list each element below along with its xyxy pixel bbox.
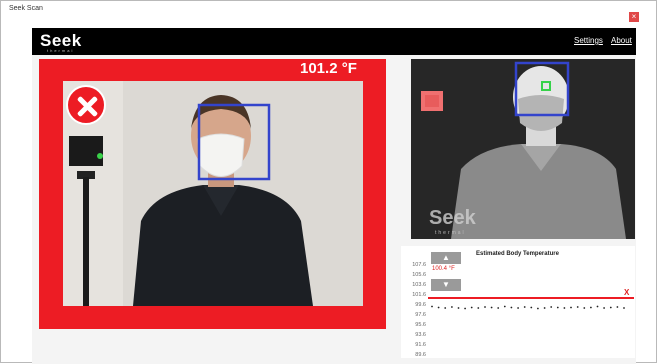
- about-link[interactable]: About: [611, 36, 632, 45]
- y-tick-label: 89.6: [415, 352, 426, 358]
- y-tick-label: 101.6: [412, 292, 426, 298]
- thermal-watermark-sub: thermal: [435, 230, 466, 236]
- threshold-value: 100.4 °F: [432, 266, 455, 272]
- y-tick-label: 105.6: [412, 272, 426, 278]
- y-tick-label: 97.6: [415, 312, 426, 318]
- thermal-watermark: Seek: [429, 207, 477, 229]
- y-tick-label: 95.6: [415, 322, 426, 328]
- chevron-up-icon[interactable]: ▲: [431, 252, 461, 264]
- window-title: Seek Scan: [9, 5, 43, 12]
- fail-x-icon: [66, 85, 106, 125]
- threshold-line: [428, 297, 634, 299]
- y-tick-label: 103.6: [412, 282, 426, 288]
- seek-logo-sub: thermal: [47, 48, 75, 53]
- app-header: Seek thermal Settings About: [32, 28, 636, 55]
- graph-title: Estimated Body Temperature: [476, 251, 559, 257]
- y-tick-label: 93.6: [415, 332, 426, 338]
- y-tick-label: 99.6: [415, 302, 426, 308]
- settings-link[interactable]: Settings: [574, 36, 603, 45]
- thermal-camera-feed: Seek thermal: [411, 59, 635, 239]
- thermal-scene: Seek thermal: [411, 59, 635, 239]
- y-tick-label: 107.6: [412, 262, 426, 268]
- title-bar: Seek Scan ×: [1, 1, 656, 23]
- visible-camera-feed: [63, 81, 363, 306]
- measured-temperature: 101.2 °F: [300, 60, 357, 77]
- close-icon[interactable]: ×: [629, 12, 639, 22]
- y-tick-label: 91.6: [415, 342, 426, 348]
- threshold-x-marker: X: [624, 288, 630, 297]
- visible-camera-scene: [63, 81, 363, 306]
- chevron-down-icon[interactable]: ▼: [431, 279, 461, 291]
